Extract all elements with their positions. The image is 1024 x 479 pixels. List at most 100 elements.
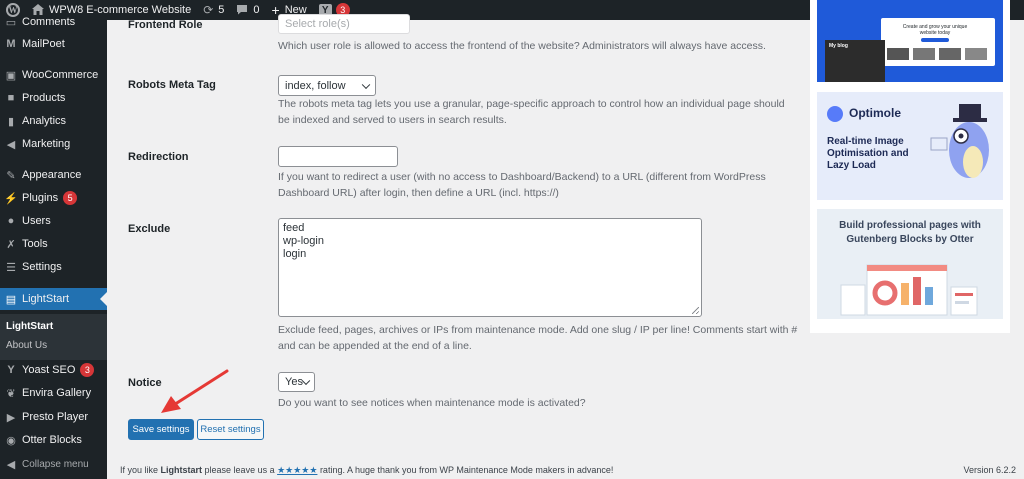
updates-count: 5 <box>218 4 225 16</box>
exclude-label: Exclude <box>128 223 171 235</box>
notice-description: Do you want to see notices when maintena… <box>278 397 586 409</box>
promo-banner-website-builder[interactable]: Create and grow your unique website toda… <box>817 0 1003 82</box>
sidebar-item-products[interactable]: ■ Products <box>0 87 107 109</box>
promo-banner-otter[interactable]: Build professional pages with Gutenberg … <box>817 209 1003 319</box>
sidebar-item-users[interactable]: ● Users <box>0 210 107 232</box>
yoast-icon: Y <box>7 364 15 376</box>
promo-thumb <box>913 48 935 60</box>
sidebar-item-label: Marketing <box>22 138 71 150</box>
notice-select[interactable]: Yes <box>278 372 315 392</box>
exclude-textarea[interactable]: feed wp-login login <box>278 218 702 317</box>
plugins-update-badge: 5 <box>63 191 78 205</box>
sidebar-item-plugins[interactable]: ⚡ Plugins 5 <box>0 187 107 209</box>
redirection-url-input[interactable] <box>278 146 398 167</box>
collapse-menu-button[interactable]: ◀ Collapse menu <box>0 453 107 475</box>
settings-sliders-icon: ☰ <box>6 261 16 274</box>
sidebar-item-comments[interactable]: ▭ Comments <box>0 11 107 33</box>
sidebar-item-tools[interactable]: ✗ Tools <box>0 233 107 255</box>
sidebar-item-yoast-seo[interactable]: Y Yoast SEO 3 <box>0 359 107 381</box>
frontend-role-select[interactable]: Select role(s) <box>278 14 410 34</box>
sidebar-item-label: Collapse menu <box>22 458 89 470</box>
paintbrush-icon: ✎ <box>6 169 16 182</box>
sidebar-item-mailpoet[interactable]: M MailPoet <box>0 33 107 55</box>
promo-blog-card: My blog <box>825 40 885 82</box>
sidebar-item-presto-player[interactable]: ▶ Presto Player <box>0 406 107 428</box>
chevron-down-icon <box>301 376 311 386</box>
sidebar-item-label: Users <box>22 215 51 227</box>
sidebar-item-lightstart[interactable]: ▤ LightStart <box>0 288 107 310</box>
sidebar-item-label: Settings <box>22 261 62 273</box>
optimole-brand: Optimole <box>849 106 902 120</box>
sidebar-item-label: Analytics <box>22 115 67 127</box>
promo-blog-title: My blog <box>829 43 848 49</box>
footer-plugin-name: Lightstart <box>160 465 203 475</box>
collapse-arrow-icon: ◀ <box>6 458 16 471</box>
promo-headline: Create and grow your unique website toda… <box>902 24 968 36</box>
frontend-role-description: Which user role is allowed to access the… <box>278 40 766 52</box>
reset-settings-button[interactable]: Reset settings <box>197 419 264 440</box>
robots-meta-tag-value: index, follow <box>285 79 346 92</box>
current-menu-arrow <box>100 292 107 306</box>
rating-stars-link[interactable]: ★★★★★ <box>277 465 317 475</box>
plug-icon: ⚡ <box>4 192 18 205</box>
submenu-item-about-us[interactable]: About Us <box>6 340 47 351</box>
comments-icon: ▭ <box>5 16 17 29</box>
user-icon: ● <box>7 215 15 227</box>
footer-thank-you: If you like Lightstart please leave us a… <box>120 465 613 476</box>
sidebar-item-analytics[interactable]: ▮ Analytics <box>0 110 107 132</box>
promo-mockup-window: Create and grow your unique website toda… <box>881 18 995 66</box>
promo-thumb <box>887 48 909 60</box>
sidebar-item-label: Otter Blocks <box>22 434 82 446</box>
bar-chart-icon: ▮ <box>7 115 15 128</box>
frontend-role-label: Frontend Role <box>128 19 203 31</box>
sidebar-item-otter-blocks[interactable]: ◉ Otter Blocks <box>0 429 107 451</box>
notice-value: Yes <box>285 376 303 388</box>
sidebar-item-woocommerce[interactable]: ▣ WooCommerce <box>0 64 107 86</box>
sidebar-item-label: Plugins <box>22 192 59 204</box>
promo-banner-optimole[interactable]: Optimole Real-time Image Optimisation an… <box>817 92 1003 200</box>
footer-text: If you like <box>120 465 161 475</box>
megaphone-icon: ◀ <box>6 138 16 151</box>
comments-menu[interactable]: 0 <box>230 0 265 20</box>
sidebar-item-settings[interactable]: ☰ Settings <box>0 256 107 278</box>
otter-tagline: Build professional pages with Gutenberg … <box>839 220 981 245</box>
sidebar-item-envira-gallery[interactable]: ❦ Envira Gallery <box>0 382 107 404</box>
robots-meta-tag-description: The robots meta tag lets you use a granu… <box>278 98 785 126</box>
robots-meta-tag-select[interactable]: index, follow <box>278 75 376 96</box>
refresh-icon: ⟳ <box>203 3 214 17</box>
save-settings-button[interactable]: Save settings <box>128 419 194 440</box>
lightstart-icon: ▤ <box>5 293 17 306</box>
comment-bubble-icon <box>236 4 248 17</box>
red-arrow-annotation-icon <box>161 369 229 413</box>
promo-sidebar: Create and grow your unique website toda… <box>810 0 1010 333</box>
footer-text: rating. A huge thank you from WP Mainten… <box>317 465 614 475</box>
exclude-line: wp-login <box>283 235 324 247</box>
sidebar-item-label: Products <box>22 92 66 104</box>
optimole-mascot-icon <box>930 104 989 178</box>
sidebar-item-label: Envira Gallery <box>22 387 92 399</box>
redirection-description: If you want to redirect a user (with no … <box>278 171 766 199</box>
leaf-icon: ❦ <box>6 387 16 400</box>
yoast-seo-badge: 3 <box>80 363 95 377</box>
promo-thumb <box>939 48 961 60</box>
sidebar-item-label: Yoast SEO <box>22 364 76 376</box>
footer-text: please leave us a <box>202 465 278 475</box>
submenu-item-lightstart[interactable]: LightStart <box>6 321 53 332</box>
sidebar-item-label: LightStart <box>22 293 70 305</box>
wp-version: Version 6.2.2 <box>963 465 1016 475</box>
sidebar-item-label: Comments <box>22 16 76 28</box>
optimole-tagline: Real-time Image Optimisation and Lazy Lo… <box>827 136 909 171</box>
otter-illustration-icon <box>840 264 978 316</box>
optimole-logo-icon <box>827 106 843 122</box>
resize-handle-icon[interactable] <box>692 307 699 314</box>
sidebar-item-appearance[interactable]: ✎ Appearance <box>0 164 107 186</box>
robots-meta-tag-label: Robots Meta Tag <box>128 79 216 91</box>
frontend-role-placeholder: Select role(s) <box>285 18 350 30</box>
promo-cta-pill <box>921 38 949 42</box>
sidebar-item-marketing[interactable]: ◀ Marketing <box>0 133 107 155</box>
sidebar-item-label: Tools <box>22 238 48 250</box>
lightstart-submenu: LightStart About Us <box>0 314 107 360</box>
wrench-icon: ✗ <box>6 238 16 251</box>
updates-menu[interactable]: ⟳ 5 <box>197 0 230 20</box>
exclude-line: login <box>283 248 307 260</box>
